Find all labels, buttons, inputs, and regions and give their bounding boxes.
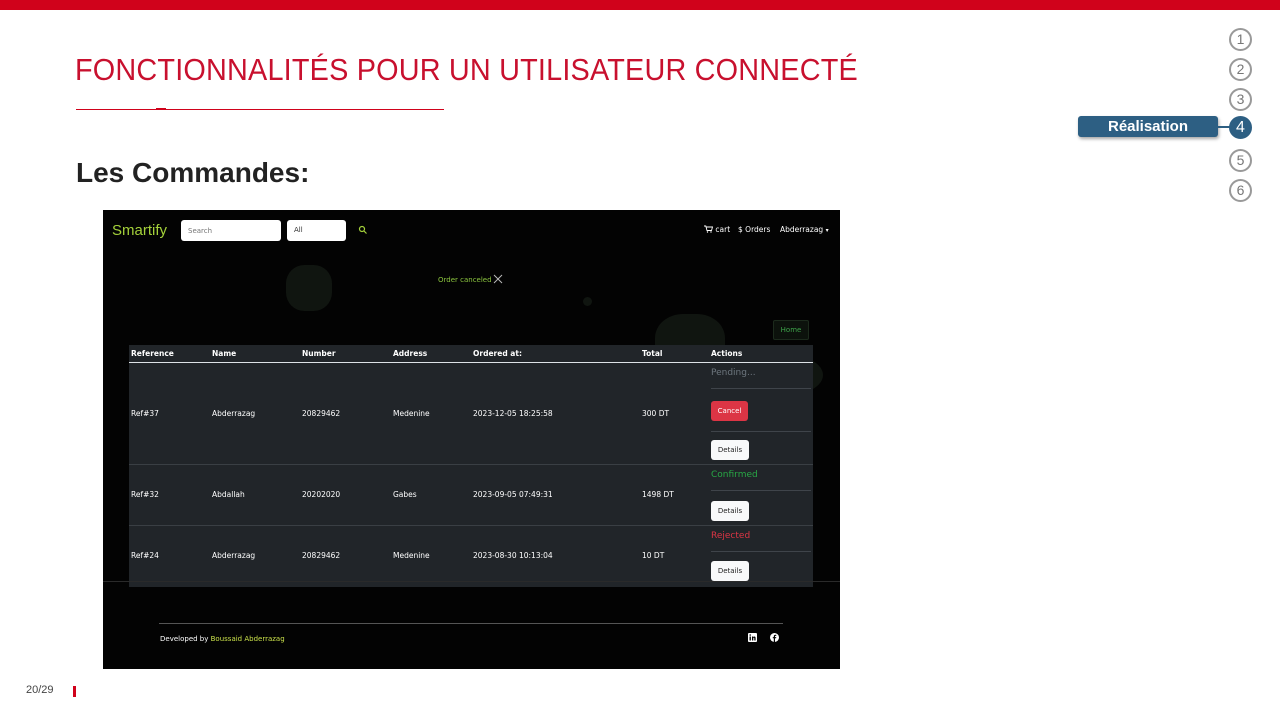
- details-button[interactable]: Details: [711, 440, 749, 460]
- order-address: Gabes: [393, 490, 417, 499]
- cancel-button[interactable]: Cancel: [711, 401, 748, 421]
- page-number: 20/29: [26, 684, 54, 696]
- caret-down-icon: ▾: [825, 227, 829, 234]
- order-date: 2023-08-30 10:13:04: [473, 551, 553, 560]
- background-blob: [286, 265, 332, 311]
- status-pending: Pending...: [711, 368, 756, 378]
- slide: FONCTIONNALITÉS POUR UN UTILISATEUR CONN…: [0, 0, 1280, 720]
- order-number: 20829462: [302, 409, 341, 418]
- column-header: Reference: [131, 349, 174, 358]
- section-subtitle: Les Commandes:: [76, 157, 310, 188]
- order-address: Medenine: [393, 551, 430, 560]
- status-rejected: Rejected: [711, 531, 751, 541]
- nav-active-label: Réalisation: [1078, 116, 1218, 137]
- order-reference: Ref#37: [131, 409, 159, 418]
- details-button[interactable]: Details: [711, 561, 749, 581]
- nav-cart-link[interactable]: cart: [704, 225, 730, 234]
- brand-logo[interactable]: Smartify: [112, 222, 167, 239]
- divider: [711, 551, 811, 552]
- search-input[interactable]: [181, 220, 281, 241]
- footer-prefix: Developed by: [160, 635, 209, 643]
- order-total: 1498 DT: [642, 490, 674, 499]
- order-name: Abderrazag: [212, 551, 256, 560]
- order-total: 300 DT: [642, 409, 670, 418]
- order-date: 2023-12-05 18:25:58: [473, 409, 553, 418]
- nav-step-5[interactable]: 5: [1229, 149, 1252, 172]
- order-address: Medenine: [393, 409, 430, 418]
- table-header: Reference Name Number Address Ordered at…: [129, 345, 813, 363]
- user-name: Abderrazag: [780, 225, 824, 234]
- title-underline: [76, 108, 444, 110]
- nav-step-2[interactable]: 2: [1229, 58, 1252, 81]
- slide-title: FONCTIONNALITÉS POUR UN UTILISATEUR CONN…: [75, 52, 858, 87]
- order-number: 20829462: [302, 551, 341, 560]
- nav-step-6[interactable]: 6: [1229, 179, 1252, 202]
- footer-divider: [159, 623, 783, 624]
- divider: [711, 431, 811, 432]
- table-row: Ref#37 Abderrazag 20829462 Medenine 2023…: [129, 363, 813, 465]
- order-reference: Ref#24: [131, 551, 159, 560]
- footer-credit: Developed by Boussaid Abderrazag: [160, 635, 285, 643]
- nav-step-1[interactable]: 1: [1229, 28, 1252, 51]
- close-icon[interactable]: [493, 274, 503, 284]
- order-number: 20202020: [302, 490, 341, 499]
- nav-orders-link[interactable]: $ Orders: [738, 225, 770, 234]
- table-row: Ref#24 Abderrazag 20829462 Medenine 2023…: [129, 526, 813, 587]
- divider: [711, 490, 811, 491]
- linkedin-icon[interactable]: [748, 633, 757, 642]
- column-header: Total: [642, 349, 663, 358]
- category-select[interactable]: All: [287, 220, 346, 241]
- nav-step-3[interactable]: 3: [1229, 88, 1252, 111]
- order-date: 2023-09-05 07:49:31: [473, 490, 553, 499]
- order-name: Abdallah: [212, 490, 245, 499]
- nav-cart-label: cart: [715, 225, 731, 234]
- app-screenshot: Smartify All cart $ Orders Abderrazag ▾ …: [103, 210, 840, 669]
- column-header: Name: [212, 349, 237, 358]
- nav-orders-label: Orders: [745, 225, 771, 234]
- order-total: 10 DT: [642, 551, 665, 560]
- order-name: Abderrazag: [212, 409, 256, 418]
- section-divider: [103, 581, 840, 582]
- nav-step-4[interactable]: 4: [1229, 116, 1252, 139]
- order-reference: Ref#32: [131, 490, 159, 499]
- table-row: Ref#32 Abdallah 20202020 Gabes 2023-09-0…: [129, 465, 813, 526]
- user-dropdown[interactable]: Abderrazag ▾: [780, 225, 829, 234]
- home-button[interactable]: Home: [773, 320, 809, 340]
- details-button[interactable]: Details: [711, 501, 749, 521]
- divider: [711, 388, 811, 389]
- facebook-icon[interactable]: [770, 633, 779, 642]
- column-header: Address: [393, 349, 428, 358]
- top-accent-bar: [0, 0, 1280, 10]
- search-icon[interactable]: [358, 225, 368, 235]
- orders-table: Reference Name Number Address Ordered at…: [129, 345, 813, 587]
- order-canceled-alert: Order canceled: [438, 276, 492, 284]
- footer-author-link[interactable]: Boussaid Abderrazag: [211, 635, 285, 643]
- column-header: Actions: [711, 349, 743, 358]
- column-header: Ordered at:: [473, 349, 522, 358]
- dollar-icon: $: [738, 225, 743, 234]
- page-marker: [73, 686, 76, 697]
- background-blob: [583, 297, 592, 306]
- cart-icon: [704, 225, 714, 233]
- status-confirmed: Confirmed: [711, 470, 758, 480]
- column-header: Number: [302, 349, 336, 358]
